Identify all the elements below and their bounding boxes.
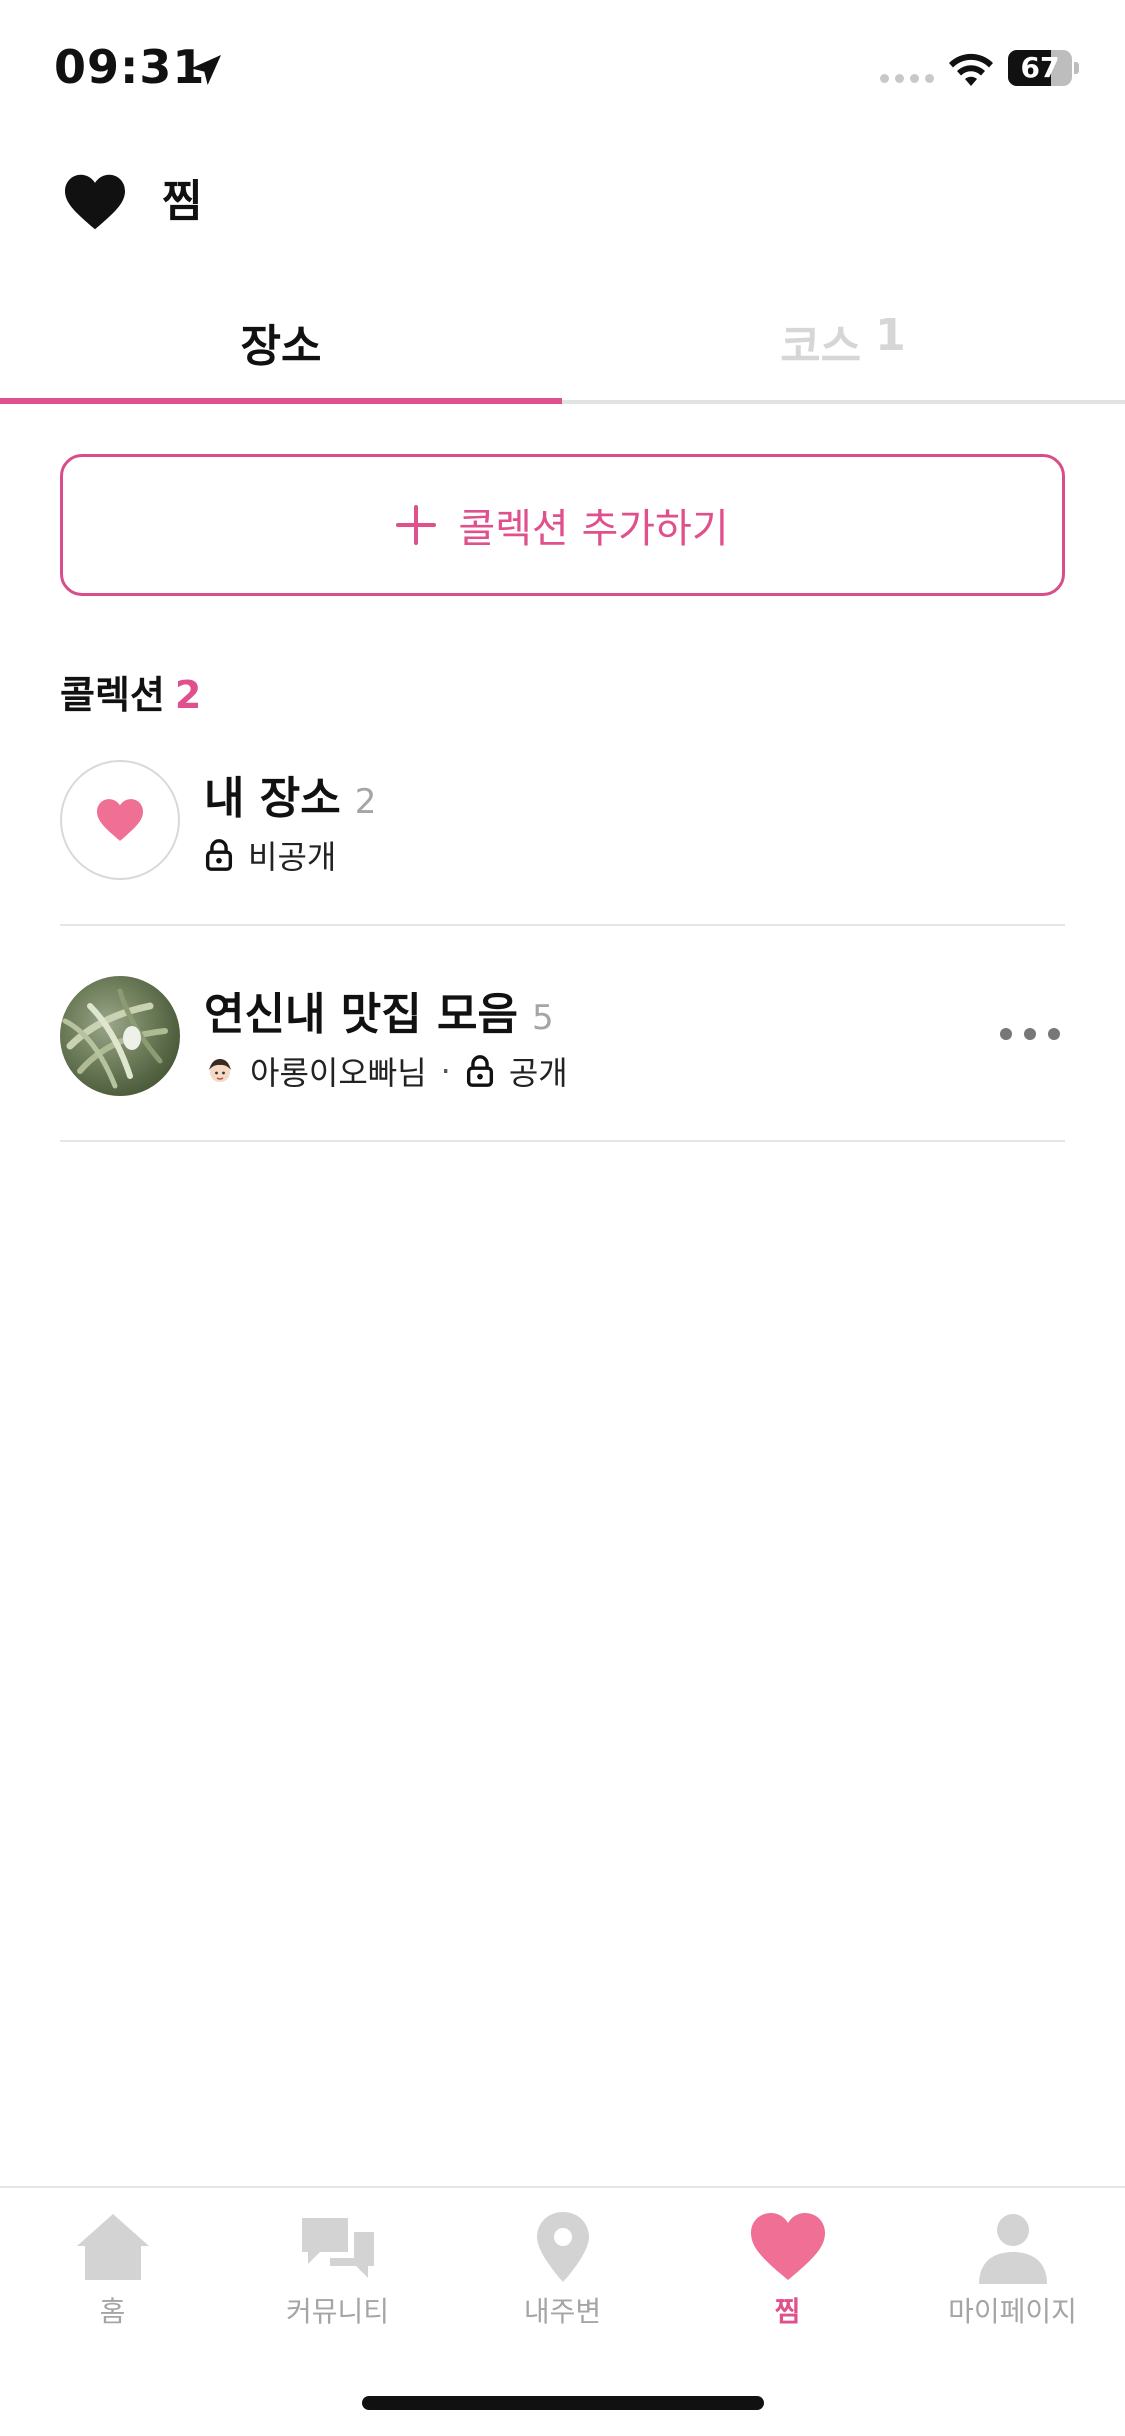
tab-courses-count: 1	[875, 310, 906, 361]
collection-name-text: 연신내 맛집 모음	[204, 989, 518, 1040]
tab-bar: 장소 코스 1	[0, 300, 1125, 406]
battery-percent: 67	[1020, 51, 1060, 84]
nav-nearby[interactable]: 내주변	[450, 2210, 675, 2330]
nav-favorites[interactable]: 찜	[675, 2210, 900, 2330]
food-photo-image	[62, 988, 168, 1089]
add-collection-button[interactable]: 콜렉션 추가하기	[60, 454, 1065, 596]
heart-icon	[97, 799, 143, 841]
add-collection-label: 콜렉션 추가하기	[458, 506, 729, 552]
owner-name: 아롱이오빠님	[250, 1054, 427, 1092]
wifi-icon	[949, 53, 993, 86]
nav-home[interactable]: 홈	[0, 2210, 225, 2330]
person-icon	[978, 2214, 1047, 2284]
location-pin-icon	[536, 2212, 589, 2282]
visibility-label: 비공개	[248, 838, 337, 876]
collection-name-text: 내 장소	[204, 773, 341, 824]
collection-thumbnail	[60, 760, 180, 880]
owner-avatar-icon	[209, 1059, 231, 1082]
lock-icon	[466, 1055, 493, 1087]
meta-separator: ·	[440, 1052, 451, 1090]
status-bar: 09:31 67	[0, 0, 1125, 140]
divider	[60, 1140, 1065, 1142]
collection-meta: 비공개	[204, 832, 336, 878]
tab-active-indicator	[0, 398, 562, 404]
collection-count: 2	[354, 782, 377, 822]
more-dot-icon	[1000, 1028, 1012, 1040]
location-arrow-icon	[191, 55, 221, 85]
home-icon	[76, 2214, 149, 2280]
tab-places-label: 장소	[240, 321, 322, 372]
battery-icon: 67	[1008, 50, 1079, 86]
page-header: 찜	[0, 160, 1125, 250]
collection-name: 내 장소 2	[204, 762, 376, 826]
collection-count: 5	[532, 998, 554, 1038]
lock-icon	[205, 839, 233, 871]
visibility-label: 공개	[508, 1054, 568, 1092]
tab-courses-label: 코스	[780, 321, 862, 372]
collection-item[interactable]: 연신내 맛집 모음 5 아롱이오빠님 · 공개	[60, 926, 1065, 1142]
more-dot-icon	[1048, 1028, 1060, 1040]
more-options-button[interactable]	[1000, 1022, 1060, 1046]
nav-mypage-label: 마이페이지	[948, 2295, 1077, 2328]
collection-thumbnail-photo	[60, 976, 180, 1096]
nav-favorites-label: 찜	[774, 2295, 801, 2328]
status-time: 09:31	[54, 40, 206, 94]
heart-icon	[65, 174, 125, 230]
heart-icon	[750, 2213, 825, 2280]
collection-item[interactable]: 내 장소 2 비공개	[60, 710, 1065, 926]
nav-community[interactable]: 커뮤니티	[225, 2210, 450, 2330]
cellular-signal-icon	[880, 74, 934, 83]
nav-nearby-label: 내주변	[523, 2295, 602, 2328]
more-dot-icon	[1024, 1028, 1036, 1040]
plus-icon	[396, 505, 437, 545]
chat-icon	[301, 2218, 374, 2278]
tab-places[interactable]: 장소	[0, 300, 562, 406]
collection-name: 연신내 맛집 모음 5	[204, 978, 554, 1042]
home-indicator	[362, 2396, 764, 2410]
collection-meta: 아롱이오빠님 · 공개	[204, 1048, 568, 1094]
nav-community-label: 커뮤니티	[285, 2295, 390, 2328]
nav-mypage[interactable]: 마이페이지	[900, 2210, 1125, 2330]
page-title: 찜	[162, 176, 203, 227]
tab-courses[interactable]: 코스 1	[562, 300, 1124, 406]
nav-home-label: 홈	[99, 2295, 126, 2328]
